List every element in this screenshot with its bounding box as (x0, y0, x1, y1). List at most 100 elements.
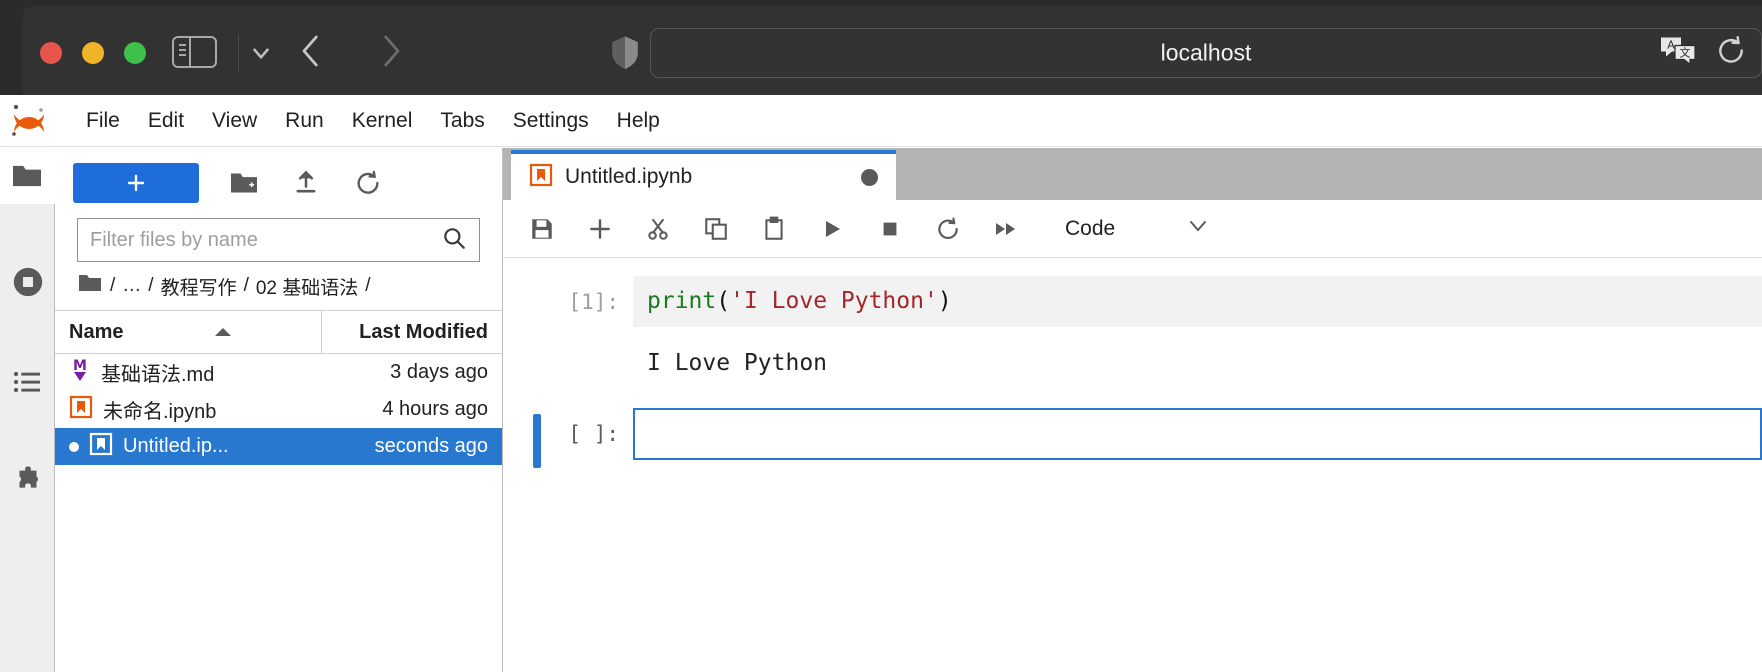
tab-untitled-ipynb[interactable]: Untitled.ipynb (511, 150, 896, 200)
new-folder-icon[interactable] (227, 166, 261, 200)
folder-icon (11, 162, 43, 190)
menu-item-kernel[interactable]: Kernel (338, 105, 427, 137)
column-header-last-modified[interactable]: Last Modified (322, 311, 502, 353)
zoom-window-button[interactable] (124, 42, 146, 64)
paste-icon[interactable] (757, 212, 791, 246)
shield-icon[interactable] (608, 32, 642, 77)
jupyter-logo (8, 101, 50, 141)
sidebar-item-running-terminals[interactable] (0, 254, 55, 310)
column-header-last-modified-label: Last Modified (359, 321, 488, 344)
file-name-label: 未命名.ipynb (103, 395, 216, 424)
breadcrumb-sep-1: / (148, 275, 153, 297)
minimize-window-button[interactable] (82, 42, 104, 64)
sidebar-item-table-of-contents[interactable] (0, 354, 55, 410)
address-bar-actions: A 文 (1659, 35, 1747, 72)
cell-prompt: [1]: (541, 276, 633, 314)
list-icon (12, 368, 44, 396)
restart-kernel-icon[interactable] (931, 212, 965, 246)
cell-collapser[interactable] (533, 282, 541, 336)
restart-run-all-icon[interactable] (989, 212, 1023, 246)
sidebar-item-extension-manager[interactable] (0, 454, 55, 510)
search-input[interactable] (90, 229, 441, 252)
address-bar-text: localhost (651, 40, 1761, 67)
toolbar-divider (238, 34, 239, 72)
new-launcher-button[interactable] (73, 163, 199, 203)
tab-label: Untitled.ipynb (565, 165, 849, 189)
file-name-cell: 未命名.ipynb (55, 395, 322, 425)
save-icon[interactable] (525, 212, 559, 246)
file-name-cell: M 基础语法.md (55, 357, 322, 389)
cell-output-text: I Love Python (633, 336, 827, 386)
output-prompt-spacer: [ ]: (541, 336, 633, 374)
insert-cell-icon[interactable] (583, 212, 617, 246)
list-item[interactable]: M 基础语法.md 3 days ago (55, 354, 502, 391)
list-item[interactable]: 未命名.ipynb 4 hours ago (55, 391, 502, 428)
menu-item-run[interactable]: Run (271, 105, 338, 137)
sort-ascending-icon (213, 321, 233, 344)
address-bar[interactable]: localhost A 文 (650, 28, 1762, 78)
notebook-cell-1[interactable]: [1]: print('I Love Python') (503, 276, 1762, 336)
notebook-cell-list: [1]: print('I Love Python') [ ]: I Love … (503, 276, 1762, 672)
file-list-header: Name Last Modified (55, 310, 502, 354)
breadcrumb-ellipsis[interactable]: … (122, 275, 141, 297)
column-header-name[interactable]: Name (55, 311, 322, 353)
jupyter-menu-bar: File Edit View Run Kernel Tabs Settings … (0, 95, 1762, 147)
menu-item-settings[interactable]: Settings (499, 105, 603, 137)
chevron-down-icon[interactable] (248, 40, 274, 66)
run-icon[interactable] (815, 212, 849, 246)
folder-icon[interactable] (77, 272, 103, 300)
cell-type-dropdown[interactable]: Code (1065, 217, 1211, 241)
cut-icon[interactable] (641, 212, 675, 246)
file-name-cell: Untitled.ip... (55, 432, 322, 462)
breadcrumb-sep-0: / (110, 275, 115, 297)
refresh-icon[interactable] (351, 166, 385, 200)
notebook-toolbar: Code (503, 200, 1762, 258)
file-modified-label: 3 days ago (322, 361, 502, 384)
browser-window: localhost A 文 (0, 0, 1762, 672)
cell-type-value: Code (1065, 217, 1115, 241)
cell-editor[interactable]: print('I Love Python') (633, 276, 1762, 327)
menu-item-view[interactable]: View (198, 105, 271, 137)
sidebar-toggle-icon[interactable] (172, 36, 220, 70)
sidebar-item-file-browser[interactable] (0, 148, 55, 204)
menu-item-tabs[interactable]: Tabs (426, 105, 498, 137)
cell-collapser-active[interactable] (533, 414, 541, 468)
breadcrumb-item-1[interactable]: 教程写作 (161, 273, 237, 300)
navigation-arrows (290, 28, 412, 79)
running-stop-circle-icon (11, 265, 45, 299)
upload-icon[interactable] (289, 166, 323, 200)
list-item[interactable]: Untitled.ip... seconds ago (55, 428, 502, 465)
back-arrow-icon[interactable] (290, 28, 332, 79)
file-filter-box[interactable] (77, 218, 480, 262)
notebook-file-icon (89, 432, 113, 462)
copy-icon[interactable] (699, 212, 733, 246)
notebook-cell-2[interactable]: [ ]: (503, 408, 1762, 468)
file-browser-panel: / … / 教程写作 / 02 基础语法 / Name Last Modifie… (55, 148, 503, 672)
breadcrumb-sep-3: / (365, 275, 370, 297)
menu-item-help[interactable]: Help (603, 105, 674, 137)
output-collapser[interactable] (533, 342, 541, 396)
svg-text:文: 文 (1680, 46, 1691, 60)
menu-item-file[interactable]: File (72, 105, 134, 137)
svg-text:A: A (1667, 39, 1675, 52)
file-name-label: 基础语法.md (101, 358, 214, 387)
code-token-close-paren: ) (938, 288, 952, 314)
notebook-file-icon (529, 163, 553, 192)
breadcrumb-item-2[interactable]: 02 基础语法 (256, 273, 358, 300)
menu-item-edit[interactable]: Edit (134, 105, 198, 137)
tab-unsaved-dot[interactable] (861, 169, 878, 186)
file-browser-toolbar (55, 148, 502, 218)
window-controls (40, 42, 146, 64)
stop-icon[interactable] (873, 212, 907, 246)
cell-editor-focused[interactable] (633, 408, 1762, 460)
file-name-label: Untitled.ip... (123, 435, 229, 458)
close-window-button[interactable] (40, 42, 62, 64)
chrome-toolbar: localhost A 文 (22, 6, 1762, 95)
forward-arrow-icon[interactable] (370, 28, 412, 79)
column-header-name-label: Name (69, 321, 123, 344)
activity-bar (0, 148, 55, 672)
translate-icon[interactable]: A 文 (1659, 35, 1699, 72)
reload-icon[interactable] (1715, 35, 1747, 72)
svg-text:M: M (73, 358, 87, 374)
notebook-main-area: Untitled.ipynb (503, 148, 1762, 672)
